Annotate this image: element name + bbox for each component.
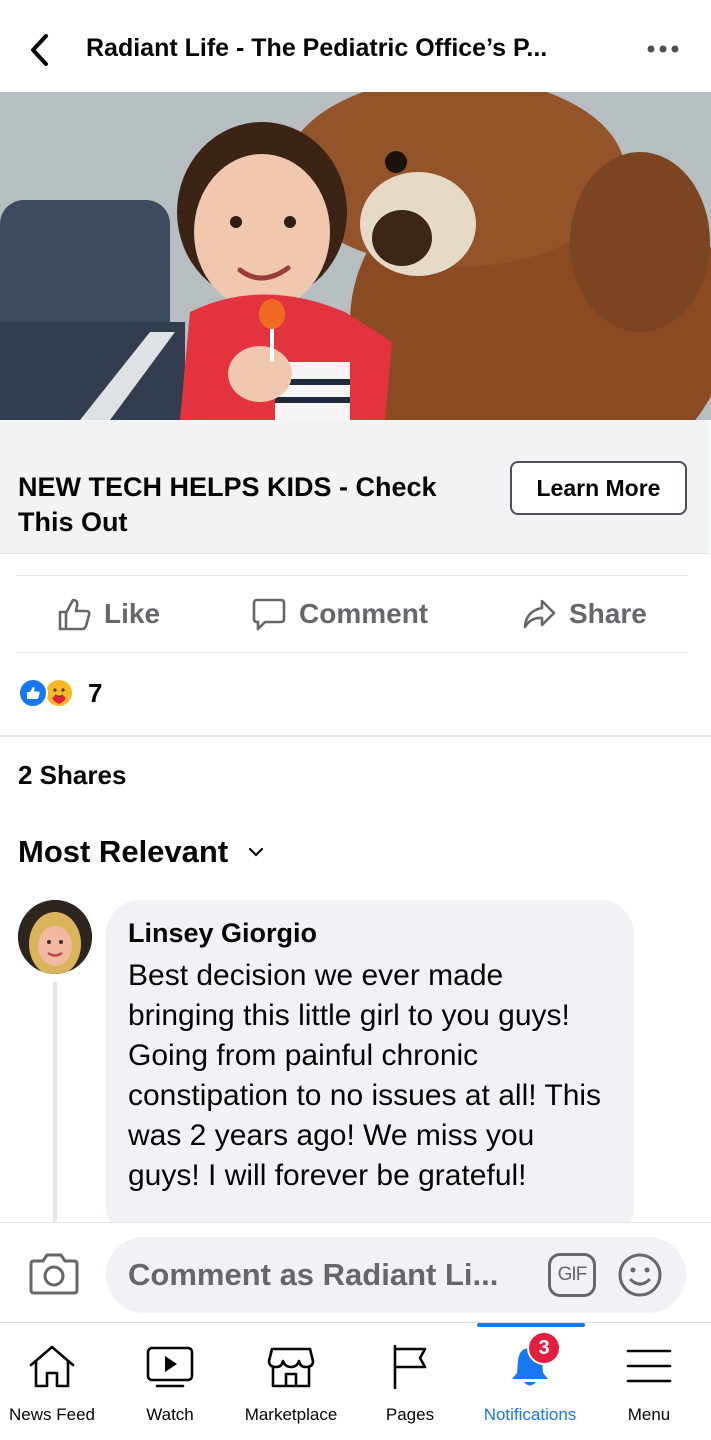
reaction-count: 7 — [88, 677, 103, 708]
ad-headline[interactable]: NEW TECH HELPS KIDS - Check This Out — [18, 470, 438, 540]
menu-icon — [626, 1349, 672, 1383]
ad-footer: NEW TECH HELPS KIDS - Check This Out Lea… — [0, 420, 709, 554]
tab-watch[interactable]: Watch — [118, 1323, 222, 1440]
shares-count[interactable]: 2 Shares — [18, 760, 126, 791]
bottom-tab-bar: News Feed Watch Marketplace Pages 3 Noti… — [0, 1322, 711, 1440]
comment-input[interactable] — [106, 1237, 686, 1313]
tab-news-feed[interactable]: News Feed — [0, 1323, 104, 1440]
like-button[interactable]: Like — [56, 592, 160, 636]
thumbs-up-icon — [58, 598, 91, 631]
comment-author[interactable]: Linsey Giorgio — [128, 916, 612, 950]
care-icon — [44, 678, 74, 708]
tab-pages[interactable]: Pages — [360, 1323, 460, 1440]
active-tab-indicator — [477, 1323, 585, 1327]
ad-image[interactable] — [0, 92, 711, 420]
tab-label: Watch — [146, 1405, 194, 1424]
chevron-down-icon — [249, 847, 264, 857]
marketplace-icon — [267, 1347, 315, 1388]
comment-composer: GIF — [0, 1222, 711, 1322]
emoji-button[interactable] — [616, 1251, 664, 1299]
post-action-bar: Like Comment Share — [16, 575, 687, 653]
page-title: Radiant Life - The Pediatric Office’s P.… — [86, 34, 548, 62]
sort-label: Most Relevant — [18, 834, 229, 869]
like-icon — [18, 678, 48, 708]
like-label: Like — [104, 598, 161, 629]
tab-label: Pages — [385, 1405, 435, 1424]
share-arrow-icon — [523, 599, 556, 629]
share-label: Share — [569, 598, 647, 629]
more-options-button[interactable] — [643, 34, 683, 64]
tab-marketplace[interactable]: Marketplace — [234, 1323, 348, 1440]
comment-text: Best decision we ever made bringing this… — [128, 959, 602, 1192]
comment-sort-dropdown[interactable]: Most Relevant — [18, 834, 264, 870]
camera-button[interactable] — [28, 1249, 80, 1297]
section-divider — [0, 735, 711, 737]
comment-button[interactable]: Comment — [251, 592, 428, 636]
back-button[interactable] — [24, 30, 54, 70]
tab-label: Marketplace — [244, 1405, 338, 1424]
watch-icon — [146, 1346, 194, 1388]
comment-bubble[interactable]: Linsey Giorgio Best decision we ever mad… — [106, 900, 634, 1240]
ad-photo-illustration — [0, 92, 711, 420]
reaction-summary[interactable]: 7 — [18, 676, 102, 710]
camera-icon — [29, 1253, 79, 1295]
comment-bubble-icon — [252, 598, 286, 631]
flag-icon — [393, 1344, 427, 1389]
ellipsis-icon — [647, 45, 679, 53]
top-nav-bar: Radiant Life - The Pediatric Office’s P.… — [0, 0, 711, 92]
comment-label: Comment — [299, 598, 429, 629]
learn-more-button[interactable]: Learn More — [510, 461, 687, 515]
avatar[interactable] — [18, 900, 92, 974]
chevron-left-icon — [31, 34, 48, 66]
tab-label: News Feed — [9, 1405, 95, 1424]
smiley-icon — [618, 1253, 662, 1297]
home-icon — [29, 1345, 75, 1388]
tab-label: Notifications — [483, 1405, 577, 1424]
tab-menu[interactable]: Menu — [600, 1323, 698, 1440]
gif-button[interactable]: GIF — [548, 1253, 596, 1297]
notification-badge: 3 — [527, 1331, 561, 1365]
tab-notifications[interactable]: 3 Notifications — [470, 1323, 590, 1440]
comment-thread-line — [53, 982, 57, 1222]
tab-label: Menu — [627, 1405, 671, 1424]
share-button[interactable]: Share — [521, 592, 647, 636]
